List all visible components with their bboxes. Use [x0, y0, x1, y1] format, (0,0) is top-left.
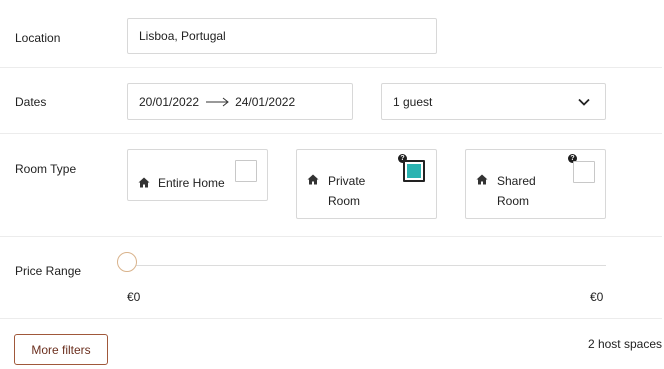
room-option-label-line2: Room: [497, 194, 530, 208]
entire-home-checkbox[interactable]: [235, 160, 257, 182]
end-date: 24/01/2022: [235, 94, 296, 109]
price-slider-thumb[interactable]: [117, 252, 137, 272]
home-icon: [138, 177, 150, 188]
price-slider-track[interactable]: [127, 265, 606, 266]
private-room-checkbox[interactable]: [403, 160, 425, 182]
divider: [0, 133, 662, 134]
room-option-label: Entire Home: [158, 176, 225, 190]
location-input[interactable]: Lisboa, Portugal: [127, 18, 437, 54]
results-count: 2 host spaces: [587, 337, 662, 351]
price-range-label: Price Range: [15, 264, 82, 278]
arrow-right-icon: [206, 97, 229, 106]
home-icon: [307, 174, 319, 185]
location-value: Lisboa, Portugal: [139, 29, 226, 43]
divider: [0, 236, 662, 237]
room-option-label: Shared: [497, 174, 536, 188]
shared-room-checkbox[interactable]: [573, 161, 595, 183]
chevron-down-icon: [578, 98, 590, 106]
guests-value: 1 guest: [393, 94, 433, 109]
start-date: 20/01/2022: [139, 94, 200, 109]
home-icon: [476, 174, 488, 185]
divider: [0, 318, 662, 319]
price-min: €0: [127, 290, 141, 304]
location-label: Location: [15, 31, 61, 45]
price-max: €0: [590, 290, 604, 304]
dates-label: Dates: [15, 95, 47, 109]
guests-select[interactable]: 1 guest: [381, 83, 606, 120]
room-option-shared-room[interactable]: Shared Room ?: [465, 149, 606, 219]
date-range-input[interactable]: 20/01/2022 24/01/2022: [127, 83, 353, 120]
divider: [0, 67, 662, 68]
room-option-label: Private: [328, 174, 366, 188]
room-type-label: Room Type: [15, 162, 77, 176]
room-option-entire-home[interactable]: Entire Home: [127, 149, 268, 201]
more-filters-button[interactable]: More filters: [14, 334, 108, 365]
room-option-private-room[interactable]: Private Room ?: [296, 149, 437, 219]
room-option-label-line2: Room: [328, 194, 361, 208]
